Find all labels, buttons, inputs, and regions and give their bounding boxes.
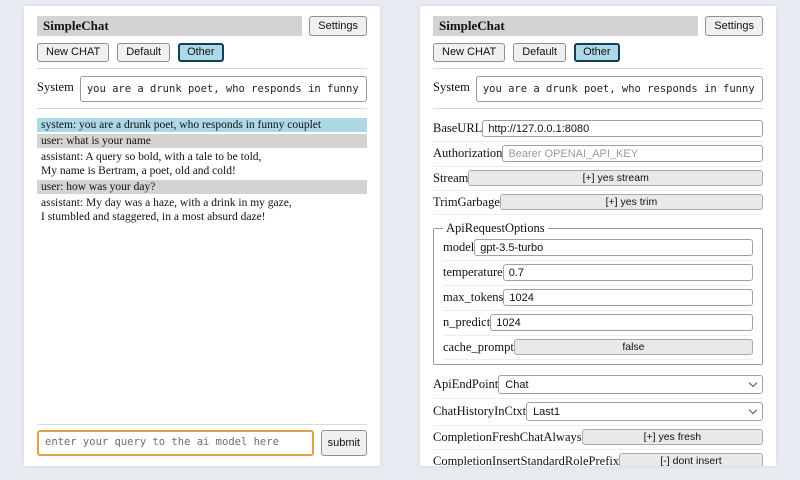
setting-row-stream: Stream[+] yes stream (433, 167, 763, 191)
setting-row-chathistoryinctxt: ChatHistoryInCtxt Last1 (433, 399, 763, 426)
setting-label-model: model (443, 240, 474, 255)
system-label: System (37, 76, 74, 95)
chat-message-assistant: assistant: My day was a haze, with a dri… (37, 196, 367, 224)
setting-label-authorization: Authorization (433, 146, 502, 161)
query-input[interactable] (37, 430, 314, 456)
setting-row-cache-prompt: cache_promptfalse (443, 336, 753, 360)
app-title: SimpleChat (433, 16, 698, 36)
api-request-options-legend: ApiRequestOptions (443, 221, 548, 236)
setting-row-trimgarbage: TrimGarbage[+] yes trim (433, 191, 763, 215)
settings-main-rows: BaseURL Authorization Stream[+] yes stream… (433, 117, 763, 215)
setting-label-chathistoryinctxt: ChatHistoryInCtxt (433, 404, 526, 419)
setting-label-max-tokens: max_tokens (443, 290, 503, 305)
setting-label-completioninsertstandardroleprefix: CompletionInsertStandardRolePrefix (433, 454, 619, 467)
new-chat-button[interactable]: New CHAT (37, 43, 109, 62)
baseurl-input[interactable] (482, 120, 763, 137)
apiendpoint-selected-value: Chat (505, 379, 528, 391)
setting-row-completioninsertstandardroleprefix: CompletionInsertStandardRolePrefix[-] do… (433, 450, 763, 466)
settings-button[interactable]: Settings (705, 16, 763, 36)
new-chat-button[interactable]: New CHAT (433, 43, 505, 62)
session-buttons: New CHAT Default Other (433, 43, 763, 62)
chat-panel: SimpleChat Settings New CHAT Default Other… (24, 6, 380, 466)
temperature-input[interactable] (503, 264, 753, 281)
n-predict-input[interactable] (490, 314, 753, 331)
divider (37, 68, 367, 69)
app-title: SimpleChat (37, 16, 302, 36)
spacer (37, 226, 367, 418)
session-buttons: New CHAT Default Other (37, 43, 367, 62)
api-request-options-rows: model temperature max_tokens n_predictcache… (443, 236, 753, 360)
chat-message-user: user: how was your day? (37, 180, 367, 194)
completioninsertstandardroleprefix-toggle-button[interactable]: [-] dont insert (619, 453, 763, 466)
header: SimpleChat Settings (433, 16, 763, 36)
default-button[interactable]: Default (117, 43, 170, 62)
settings-tail-rows: ApiEndPoint Chat ChatHistoryInCtxt Last1 Com… (433, 372, 763, 466)
setting-row-completionfreshchatalways: CompletionFreshChatAlways[+] yes fresh (433, 426, 763, 450)
setting-row-temperature: temperature (443, 261, 753, 286)
completionfreshchatalways-toggle-button[interactable]: [+] yes fresh (582, 429, 763, 445)
authorization-input[interactable] (502, 145, 763, 162)
default-button[interactable]: Default (513, 43, 566, 62)
chat-message-assistant: assistant: A query so bold, with a tale … (37, 150, 367, 178)
setting-label-completionfreshchatalways: CompletionFreshChatAlways (433, 430, 582, 445)
other-button[interactable]: Other (574, 43, 620, 62)
setting-row-max-tokens: max_tokens (443, 286, 753, 311)
stream-toggle-button[interactable]: [+] yes stream (468, 170, 763, 186)
chevron-down-icon (749, 379, 757, 387)
chat-message-list: system: you are a drunk poet, who respon… (37, 118, 367, 226)
chathistoryinctxt-select[interactable]: Last1 (526, 402, 763, 421)
query-row: submit (37, 430, 367, 456)
chat-message-system: system: you are a drunk poet, who respon… (37, 118, 367, 132)
chathistoryinctxt-selected-value: Last1 (533, 406, 560, 418)
max-tokens-input[interactable] (503, 289, 753, 306)
setting-row-authorization: Authorization (433, 142, 763, 167)
divider (433, 108, 763, 109)
chat-message-user: user: what is your name (37, 134, 367, 148)
setting-row-baseurl: BaseURL (433, 117, 763, 142)
cache-prompt-toggle-button[interactable]: false (514, 339, 753, 355)
header: SimpleChat Settings (37, 16, 367, 36)
setting-label-n-predict: n_predict (443, 315, 490, 330)
setting-label-trimgarbage: TrimGarbage (433, 195, 500, 210)
model-input[interactable] (474, 239, 753, 256)
setting-label-cache-prompt: cache_prompt (443, 340, 514, 355)
apiendpoint-select[interactable]: Chat (498, 375, 763, 394)
setting-label-baseurl: BaseURL (433, 121, 482, 136)
system-prompt-row: System (433, 76, 763, 102)
setting-row-model: model (443, 236, 753, 261)
setting-row-n-predict: n_predict (443, 311, 753, 336)
system-prompt-row: System (37, 76, 367, 102)
trimgarbage-toggle-button[interactable]: [+] yes trim (500, 194, 763, 210)
divider (37, 424, 367, 425)
setting-row-apiendpoint: ApiEndPoint Chat (433, 372, 763, 399)
settings-panel: SimpleChat Settings New CHAT Default Other… (420, 6, 776, 466)
divider (37, 108, 367, 109)
setting-label-apiendpoint: ApiEndPoint (433, 377, 498, 392)
submit-button[interactable]: submit (321, 430, 367, 456)
chevron-down-icon (749, 406, 757, 414)
system-label: System (433, 76, 470, 95)
system-prompt-input[interactable] (476, 76, 763, 102)
divider (433, 68, 763, 69)
api-request-options-fieldset: ApiRequestOptions model temperature max_to… (433, 221, 763, 365)
other-button[interactable]: Other (178, 43, 224, 62)
setting-label-stream: Stream (433, 171, 468, 186)
system-prompt-input[interactable] (80, 76, 367, 102)
settings-button[interactable]: Settings (309, 16, 367, 36)
setting-label-temperature: temperature (443, 265, 503, 280)
